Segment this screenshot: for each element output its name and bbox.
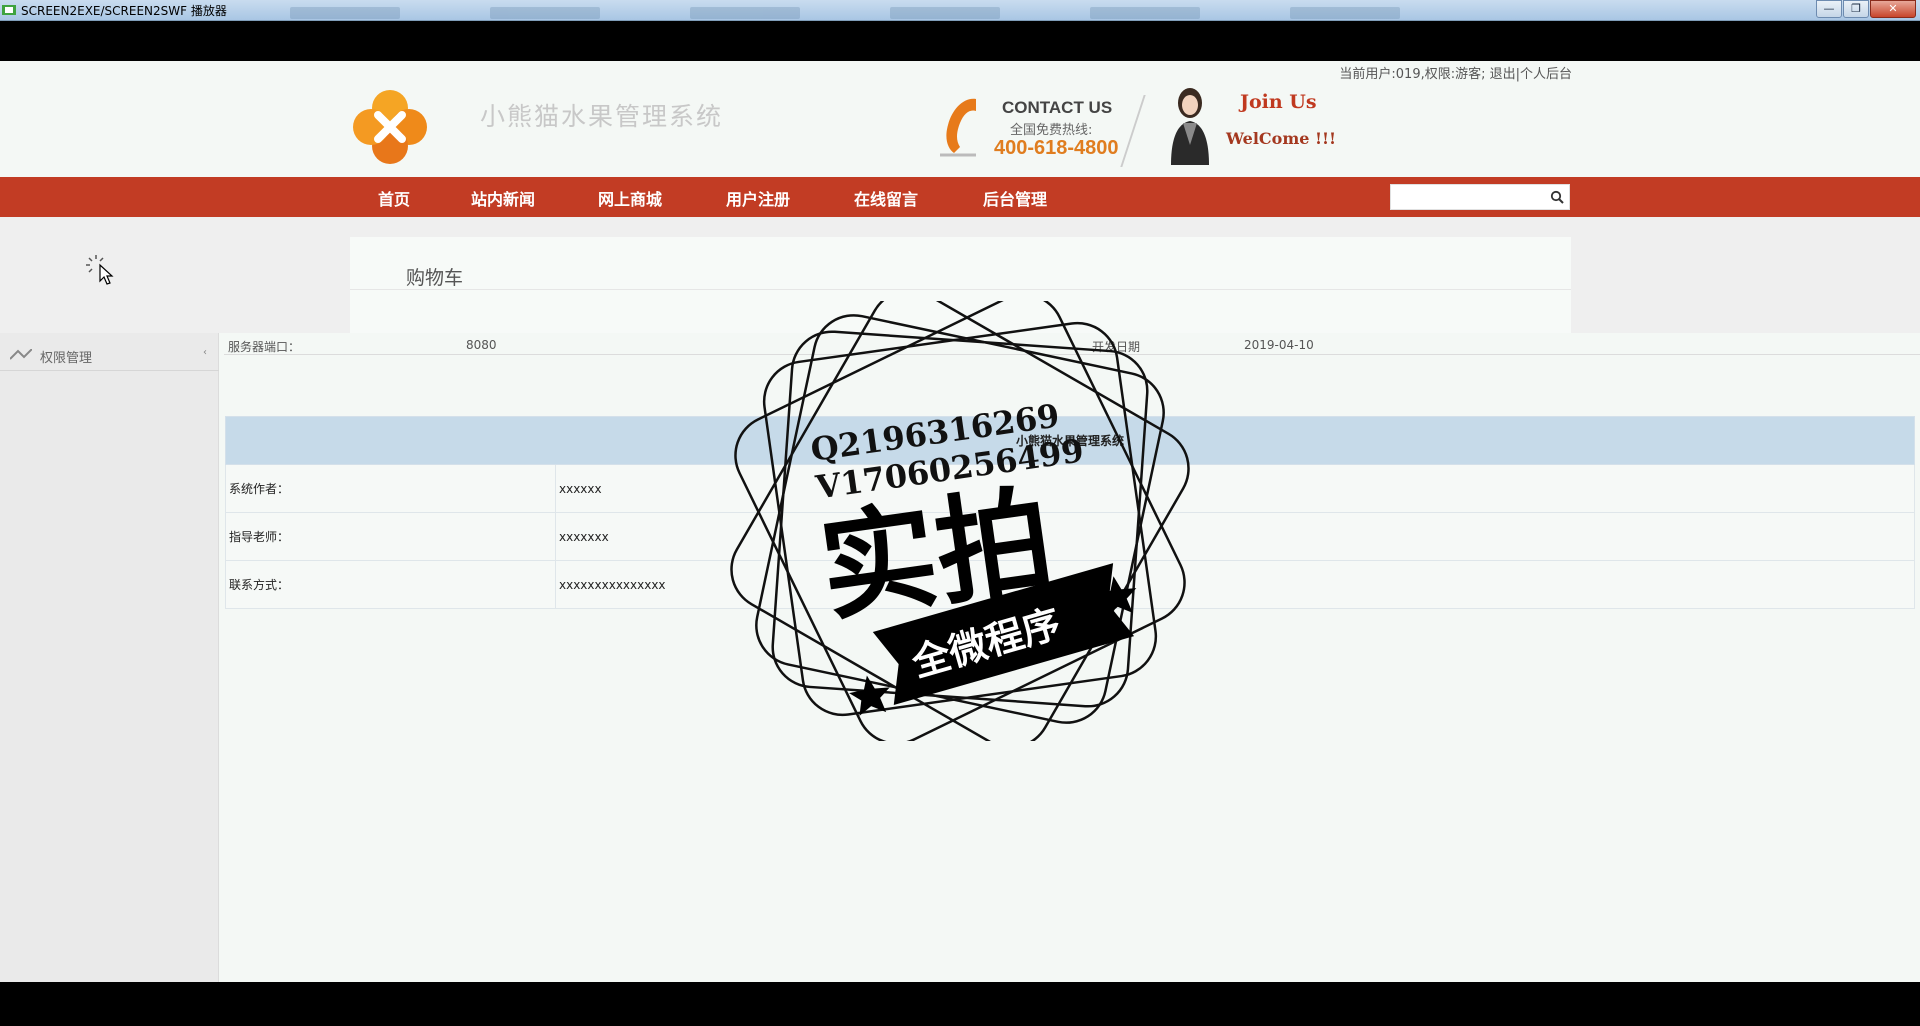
row-value: xxxxxxxxxxxxxxx — [555, 560, 1915, 609]
loading-cursor-icon — [86, 255, 114, 285]
table-row: 联系方式： xxxxxxxxxxxxxxx — [225, 560, 1915, 609]
background-tabs — [290, 4, 1670, 38]
search-input[interactable] — [1395, 187, 1543, 207]
chevron-left-icon: ‹ — [203, 347, 207, 358]
date-label: 开发日期 — [1092, 340, 1141, 354]
sidebar-item-label: 权限管理 — [40, 351, 93, 366]
table-row: 指导老师： xxxxxxx — [225, 512, 1915, 561]
row-value: xxxxxx — [555, 464, 1915, 513]
nav-shop[interactable]: 网上商城 — [598, 186, 662, 210]
table-row: 系统作者： xxxxxx — [225, 464, 1915, 513]
table-header-row: 小熊猫水果管理系统 — [225, 416, 1915, 465]
system-info-table: 小熊猫水果管理系统 系统作者： xxxxxx 指导老师： xxxxxxx 联系方… — [225, 416, 1915, 609]
nav-home[interactable]: 首页 — [378, 186, 410, 210]
site-name: 小熊猫水果管理系统 — [480, 102, 724, 131]
admin-sidebar: 权限管理 ‹ — [0, 333, 219, 982]
table-header: 小熊猫水果管理系统 — [225, 416, 1915, 465]
search-icon[interactable] — [1550, 190, 1564, 204]
row-label: 联系方式： — [225, 560, 556, 609]
nav-register[interactable]: 用户注册 — [726, 186, 790, 210]
welcome-text: WelCome !!! — [1226, 129, 1337, 148]
server-info-row: 服务器端口： 8080 开发日期 2019-04-10 — [224, 333, 1920, 355]
phone-icon — [940, 98, 976, 157]
divider — [350, 289, 1571, 290]
user-status-links[interactable]: 当前用户:019,权限:游客; 退出|个人后台 — [1339, 63, 1572, 82]
port-value: 8080 — [466, 338, 497, 352]
row-label: 系统作者： — [225, 464, 556, 513]
watermark-banner: 全微程序 — [906, 601, 1065, 685]
close-button[interactable]: ✕ — [1870, 0, 1916, 18]
letterbox-top — [0, 21, 1920, 61]
nav-admin[interactable]: 后台管理 — [983, 186, 1047, 210]
hotline-number: 400-618-4800 — [994, 137, 1119, 159]
date-value: 2019-04-10 — [1244, 338, 1314, 352]
divider — [1120, 95, 1146, 167]
cart-panel: 购物车 — [350, 237, 1571, 333]
main-nav: 首页 站内新闻 网上商城 用户注册 在线留言 后台管理 — [0, 177, 1920, 217]
port-label: 服务器端口： — [228, 340, 301, 354]
search-box — [1390, 184, 1570, 210]
maximize-button[interactable]: ❐ — [1843, 0, 1869, 18]
cart-title: 购物车 — [406, 267, 464, 289]
avatar — [1171, 88, 1209, 165]
row-value: xxxxxxx — [555, 512, 1915, 561]
window-title-bar: SCREEN2EXE/SCREEN2SWF 播放器 — ❐ ✕ — [0, 0, 1920, 38]
row-label: 指导老师： — [225, 512, 556, 561]
app-icon — [2, 5, 16, 15]
window-title: SCREEN2EXE/SCREEN2SWF 播放器 — [21, 4, 227, 18]
contact-title: CONTACT US — [1002, 98, 1113, 117]
web-page: 当前用户:019,权限:游客; 退出|个人后台 小熊猫水果管理系统 CONTAC… — [0, 61, 1920, 982]
join-us-text: Join Us — [1240, 91, 1317, 113]
letterbox-bottom — [0, 982, 1920, 1026]
logo — [353, 90, 427, 164]
nav-message[interactable]: 在线留言 — [854, 186, 918, 210]
sidebar-item-permissions[interactable]: 权限管理 ‹ — [0, 333, 219, 371]
hotline-label: 全国免费热线: — [1010, 123, 1093, 138]
menu-icon — [10, 349, 32, 360]
minimize-button[interactable]: — — [1816, 0, 1842, 18]
nav-news[interactable]: 站内新闻 — [471, 186, 535, 210]
